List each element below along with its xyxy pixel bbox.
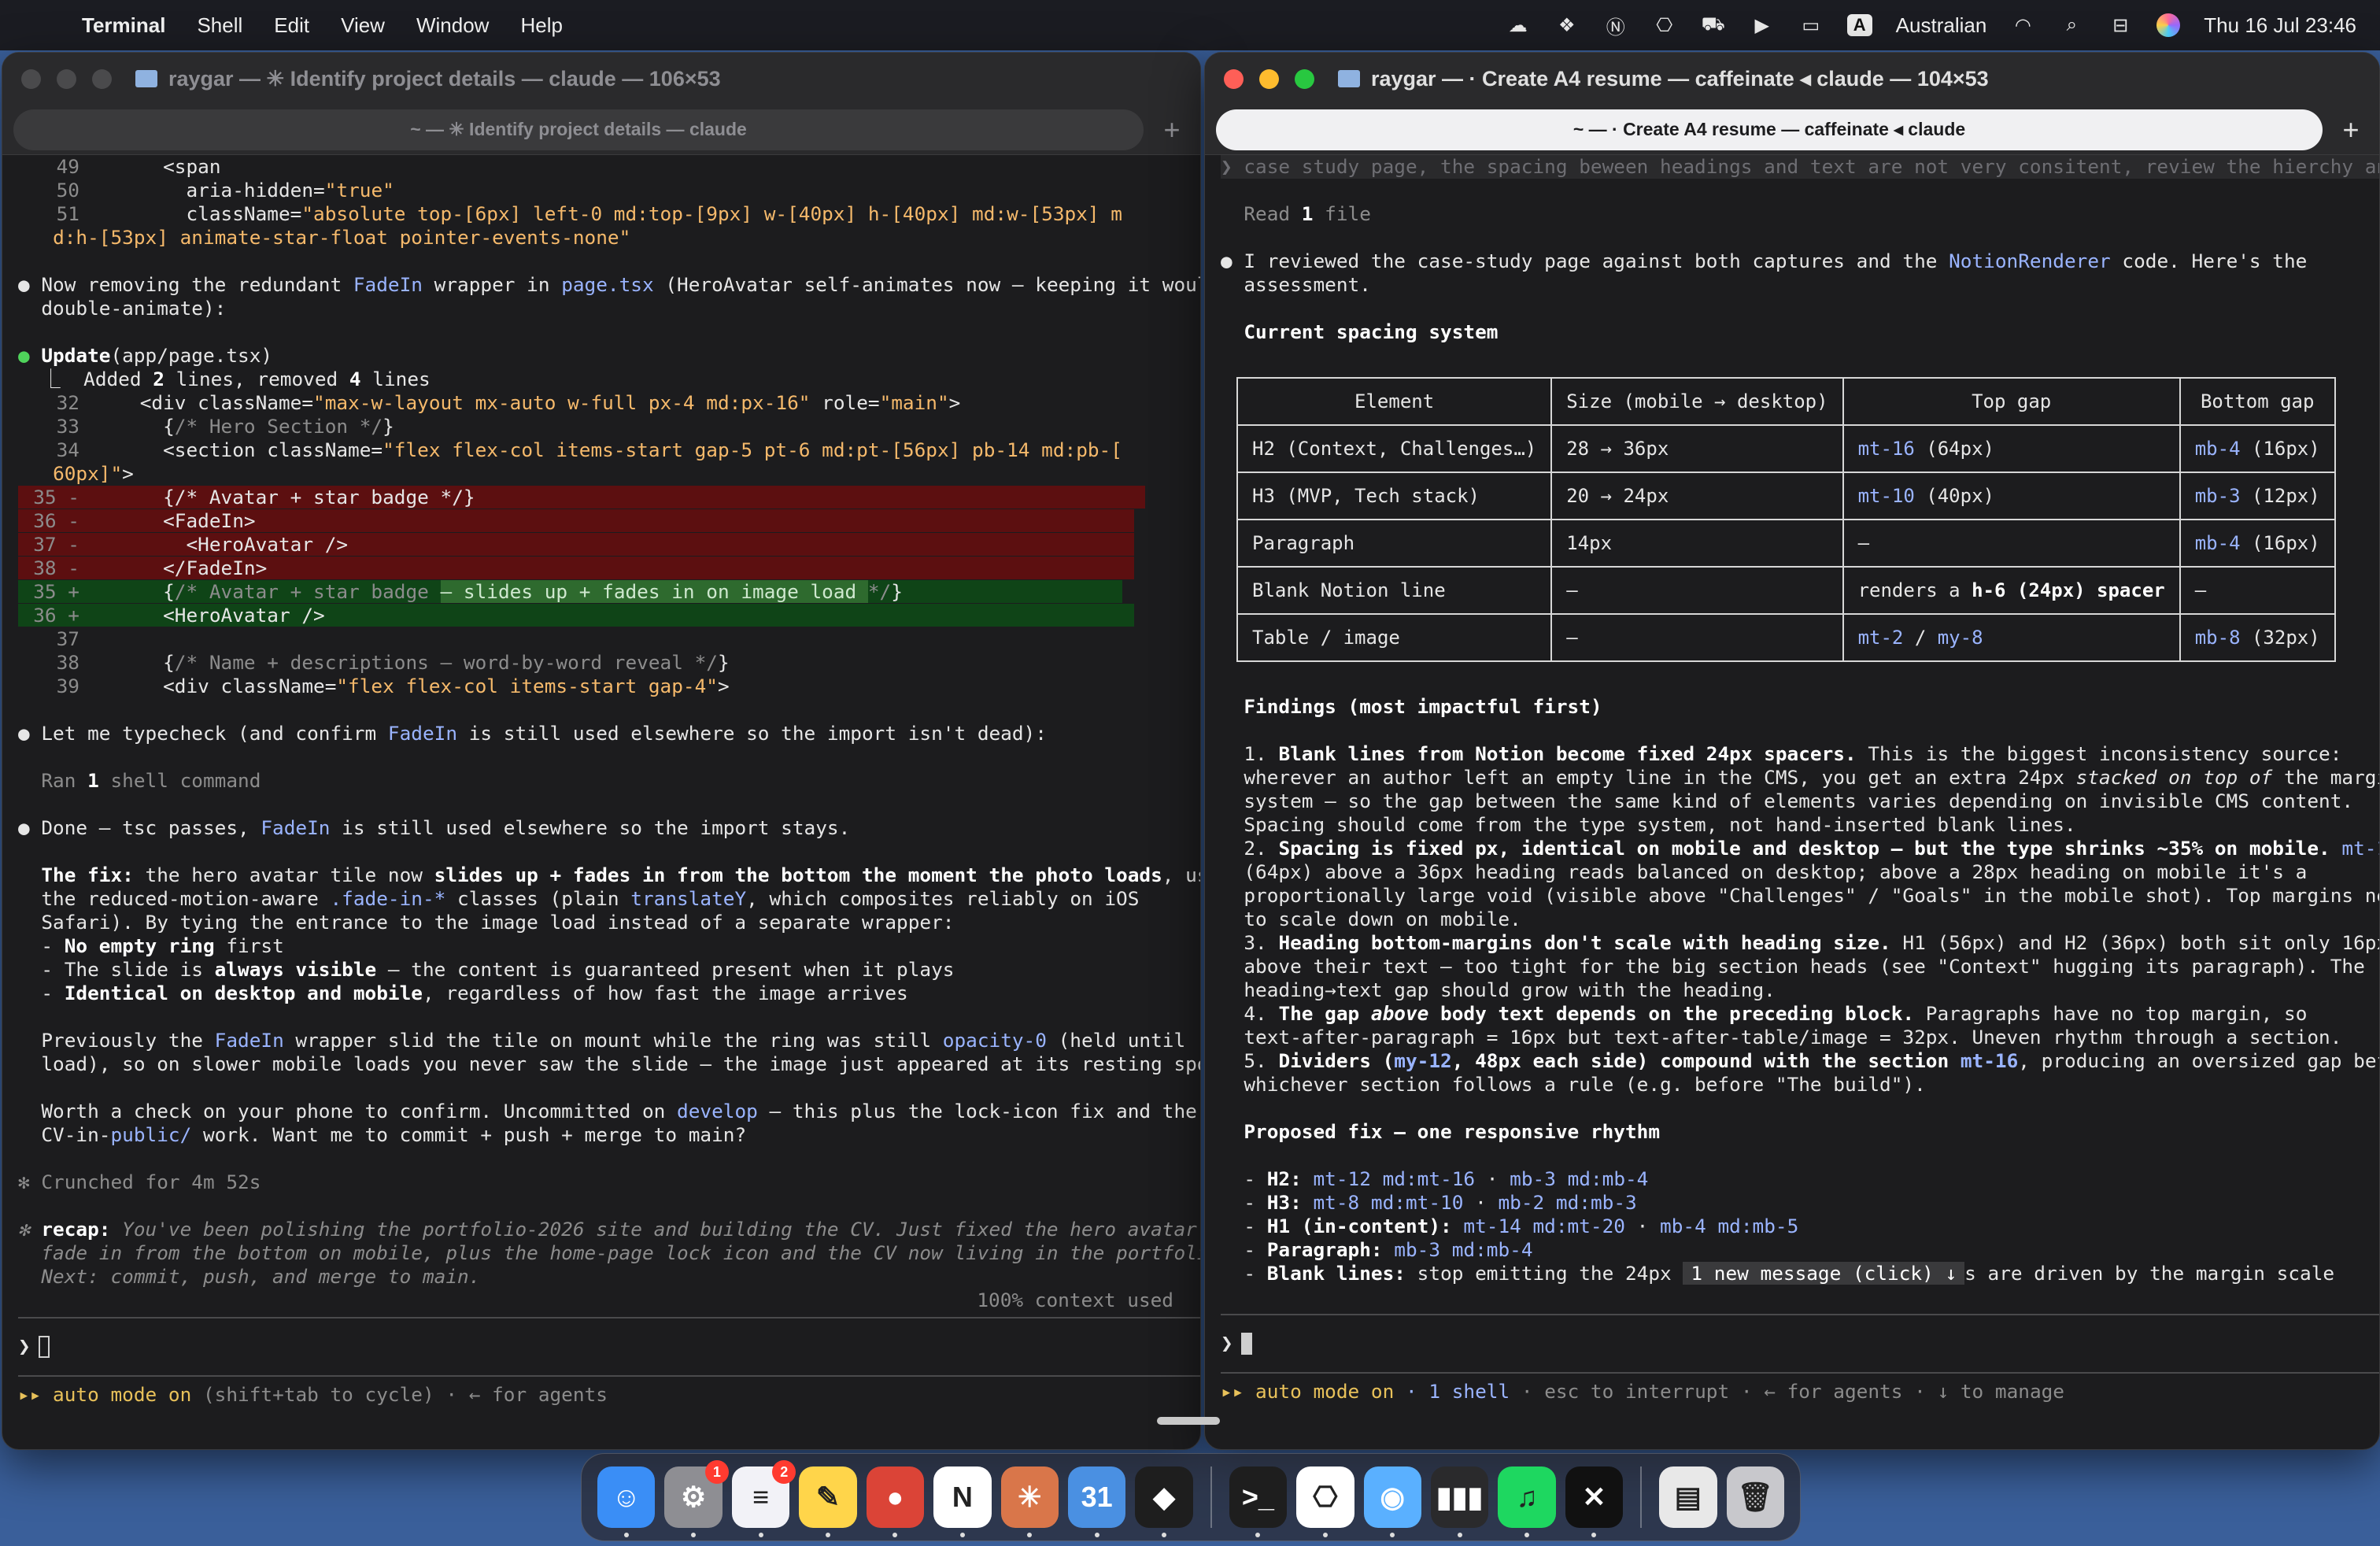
running-indicator [758, 1533, 763, 1537]
dock-capcut-icon[interactable]: ✕ [1565, 1466, 1624, 1537]
chatgpt-status-icon[interactable]: ⎔ [1652, 14, 1677, 36]
menu-window[interactable]: Window [416, 13, 489, 38]
running-indicator [623, 1533, 629, 1537]
table-header: Bottom gap [2179, 377, 2336, 426]
dock: ☺ ⚙ 1 ≡ 2 ✎ ● N ✳ 31 ◆ >_ ⎔ ◉ ▮▮▮ ♫ ✕ ▤ 🗑 [581, 1453, 1801, 1541]
auto-mode-status: ▸▸ auto mode on [1221, 1380, 1395, 1403]
siri-icon[interactable] [2156, 13, 2181, 37]
dock-terminal-icon[interactable]: >_ [1229, 1466, 1288, 1537]
wifi-icon[interactable]: ◠ [2010, 14, 2035, 36]
dock-calendar-icon[interactable]: 31 [1067, 1466, 1126, 1537]
menu-help[interactable]: Help [520, 13, 562, 38]
terminal-output[interactable]: 49 <span 50 aria-hidden="true" 51 classN… [2, 155, 1200, 1449]
new-tab-button[interactable]: + [2334, 113, 2368, 147]
auto-mode-status: ▸▸ auto mode on [18, 1383, 192, 1406]
close-button[interactable] [1224, 68, 1244, 89]
running-indicator [1255, 1533, 1261, 1537]
input-source-label[interactable]: Australian [1896, 13, 1987, 38]
status-hint: · esc to interrupt · ← for agents · ↓ to… [1510, 1380, 2064, 1403]
running-indicator [1591, 1533, 1597, 1537]
running-indicator [691, 1533, 697, 1537]
prompt-input[interactable]: ❯ [1221, 1320, 2379, 1367]
cloud-icon[interactable]: ☁ [1506, 14, 1531, 36]
search-icon[interactable]: ⌕ [2059, 14, 2084, 36]
running-indicator [1094, 1533, 1099, 1537]
play-icon[interactable]: ▶ [1750, 14, 1775, 36]
spacing-table: Element Size (mobile → desktop) Top gap … [1236, 377, 2336, 662]
text-cursor [38, 1336, 50, 1358]
clock[interactable]: Thu 16 Jul 23:46 [2204, 13, 2356, 38]
title-bar[interactable]: raygar — · Create A4 resume — caffeinate… [1205, 53, 2379, 105]
figma-status-icon[interactable]: ❖ [1554, 14, 1580, 36]
minimize-button[interactable] [57, 68, 76, 89]
car-icon[interactable]: ⛟ [1701, 13, 1726, 36]
terminal-output[interactable]: ❯ case study page, the spacing beween he… [1205, 155, 2379, 1449]
prompt-input[interactable]: ❯ [18, 1323, 1200, 1370]
table-row: Table / image — mt-2 / my-8 mb-8 (32px) [1236, 613, 2336, 662]
close-button[interactable] [21, 68, 41, 89]
dock-trash-icon[interactable]: 🗑 [1726, 1466, 1784, 1528]
new-message-pill[interactable]: 1 new message (click) ↓ [1683, 1262, 1965, 1285]
running-indicator [1457, 1533, 1462, 1537]
tab-identify-project[interactable]: ~ — ✳ Identify project details — claude [13, 109, 1144, 150]
dock-reminders-icon[interactable]: ≡ 2 [731, 1460, 796, 1537]
text-cursor [1240, 1333, 1252, 1355]
dock-finder-icon[interactable]: ☺ [597, 1466, 656, 1537]
notification-badge: 1 [704, 1460, 729, 1484]
running-indicator [1162, 1533, 1167, 1537]
window-title: raygar — · Create A4 resume — caffeinate… [1371, 66, 1989, 91]
shell-count[interactable]: · 1 shell [1394, 1380, 1510, 1403]
dock-divider [1210, 1466, 1212, 1528]
menu-bar: Terminal Shell Edit View Window Help ☁ ❖… [0, 0, 2380, 50]
dock-divider [1640, 1466, 1643, 1528]
table-row: H3 (MVP, Tech stack) 20 → 24px mt-10 (40p… [1236, 472, 2336, 520]
dock-documents-icon[interactable]: ▤ [1659, 1466, 1717, 1528]
menu-view[interactable]: View [341, 13, 385, 38]
running-indicator [959, 1533, 965, 1537]
zoom-button[interactable] [1295, 68, 1314, 89]
dock-helper-icon[interactable]: ◉ [1363, 1466, 1421, 1537]
running-indicator [1390, 1533, 1395, 1537]
dock-chatgpt-icon[interactable]: ⎔ [1296, 1466, 1354, 1537]
tab-create-resume[interactable]: ~ — · Create A4 resume — caffeinate ◂ cl… [1216, 109, 2323, 150]
app-menu-terminal[interactable]: Terminal [82, 13, 165, 38]
running-indicator [825, 1533, 830, 1537]
dock-chrome-icon[interactable]: ● [866, 1466, 925, 1537]
table-header: Top gap [1842, 377, 2181, 426]
terminal-window-right[interactable]: raygar — · Create A4 resume — caffeinate… [1204, 52, 2380, 1450]
menu-shell[interactable]: Shell [197, 13, 242, 38]
table-row: Paragraph 14px — mb-4 (16px) [1236, 519, 2336, 568]
dock-notes-icon[interactable]: ✎ [799, 1466, 857, 1537]
dock-audio-meter-icon[interactable]: ▮▮▮ [1430, 1466, 1489, 1537]
notification-badge: 2 [772, 1460, 796, 1484]
new-tab-button[interactable]: + [1155, 113, 1189, 147]
running-indicator [1322, 1533, 1328, 1537]
running-indicator [1027, 1533, 1033, 1537]
dock-system-settings-icon[interactable]: ⚙ 1 [664, 1460, 729, 1537]
table-header: Size (mobile → desktop) [1550, 377, 1844, 426]
menu-edit[interactable]: Edit [274, 13, 309, 38]
minimize-button[interactable] [1259, 68, 1279, 89]
window-resize-handle[interactable] [1157, 1417, 1220, 1425]
dock-spotify-icon[interactable]: ♫ [1498, 1466, 1556, 1537]
status-hint: (shift+tab to cycle) · ← for agents [191, 1383, 608, 1406]
running-indicator [1524, 1533, 1530, 1537]
dock-notion-icon[interactable]: N [933, 1466, 992, 1537]
input-source-badge[interactable]: A [1846, 14, 1872, 36]
running-indicator [893, 1533, 898, 1537]
zoom-button[interactable] [92, 68, 112, 89]
title-bar[interactable]: raygar — ✳ Identify project details — cl… [2, 53, 1200, 105]
control-center-icon[interactable]: ⊟ [2108, 14, 2133, 36]
table-row: Blank Notion line — renders a h-6 (24px) … [1236, 566, 2336, 615]
window-title: raygar — ✳ Identify project details — cl… [168, 66, 721, 91]
dock-claude-icon[interactable]: ✳ [1000, 1466, 1059, 1537]
terminal-window-left[interactable]: raygar — ✳ Identify project details — cl… [2, 52, 1201, 1450]
dock-figma-icon[interactable]: ◆ [1135, 1466, 1193, 1537]
folder-icon [135, 70, 157, 87]
notion-status-icon[interactable]: Ⓝ [1603, 14, 1628, 39]
table-header: Element [1236, 377, 1553, 426]
table-row: H2 (Context, Challenges…) 28 → 36px mt-16… [1236, 424, 2336, 473]
folder-icon [1338, 70, 1360, 87]
battery-icon[interactable]: ▭ [1798, 14, 1824, 36]
